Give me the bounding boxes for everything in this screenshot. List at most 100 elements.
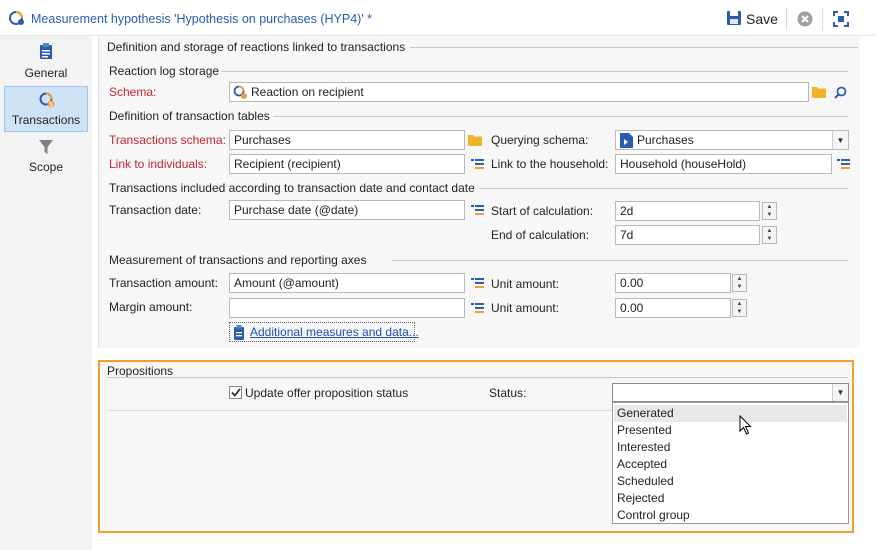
- edit-link-icon[interactable]: [834, 155, 852, 173]
- status-label: Status:: [489, 386, 527, 400]
- start-calculation-label: Start of calculation:: [491, 204, 594, 218]
- spin-up-icon[interactable]: ▲: [763, 203, 776, 211]
- folder-icon[interactable]: [810, 83, 828, 101]
- section-divider: [410, 47, 858, 48]
- additional-measures-button[interactable]: Additional measures and data...: [229, 322, 419, 343]
- unit-amount-field[interactable]: 0.00: [615, 273, 731, 293]
- spin-down-icon[interactable]: ▼: [763, 235, 776, 243]
- close-circle-icon[interactable]: [797, 11, 813, 30]
- start-calculation-value: 2d: [620, 204, 634, 218]
- end-calculation-label: End of calculation:: [491, 228, 590, 242]
- section-divider: [392, 260, 848, 261]
- transactions-icon: $: [38, 91, 56, 112]
- margin-amount-field[interactable]: [229, 298, 465, 318]
- status-select[interactable]: ▼: [612, 383, 849, 402]
- status-option-presented[interactable]: Presented: [614, 422, 847, 439]
- status-option-scheduled[interactable]: Scheduled: [614, 473, 847, 490]
- section-title: Definition and storage of reactions link…: [107, 40, 406, 54]
- unit-amount-field[interactable]: 0.00: [615, 298, 731, 318]
- clipboard-icon: [233, 325, 245, 343]
- measurement-title: Measurement of transactions and reportin…: [109, 253, 367, 267]
- link-household-field[interactable]: Household (houseHold): [615, 154, 832, 174]
- transaction-amount-label: Transaction amount:: [109, 276, 218, 290]
- spin-up-icon[interactable]: ▲: [733, 300, 746, 308]
- edit-link-icon[interactable]: [468, 201, 486, 219]
- maximize-icon[interactable]: [833, 11, 849, 30]
- magnifier-icon[interactable]: [831, 83, 849, 101]
- nav-item-general[interactable]: General: [4, 40, 88, 86]
- transaction-tables-title: Definition of transaction tables: [109, 109, 270, 123]
- unit-amount-spinner[interactable]: ▲ ▼: [732, 274, 747, 292]
- save-button[interactable]: Save: [726, 9, 778, 29]
- link-individuals-value: Recipient (recipient): [234, 157, 341, 171]
- transactions-schema-field[interactable]: Purchases: [229, 130, 465, 150]
- transactions-schema-value: Purchases: [234, 133, 291, 147]
- update-status-checkbox[interactable]: [229, 386, 242, 399]
- toolbar-divider: [786, 8, 787, 30]
- status-option-generated[interactable]: Generated: [614, 405, 847, 422]
- save-button-label: Save: [746, 11, 778, 27]
- nav-item-label: Transactions: [11, 113, 81, 127]
- section-divider: [273, 116, 848, 117]
- left-navigation: General $ Transactions Scope: [0, 36, 92, 550]
- end-calculation-field[interactable]: 7d: [615, 225, 760, 245]
- floppy-disk-icon: [726, 10, 742, 29]
- schema-field[interactable]: Reaction on recipient: [229, 82, 809, 102]
- transaction-amount-field[interactable]: Amount (@amount): [229, 273, 465, 293]
- spin-down-icon[interactable]: ▼: [763, 211, 776, 219]
- window-title: Measurement hypothesis 'Hypothesis on pu…: [31, 12, 373, 26]
- transaction-amount-value: Amount (@amount): [234, 276, 339, 290]
- querying-schema-label: Querying schema:: [491, 133, 589, 147]
- nav-item-label: General: [24, 66, 68, 80]
- status-option-accepted[interactable]: Accepted: [614, 456, 847, 473]
- edit-link-icon[interactable]: [468, 274, 486, 292]
- status-dropdown-list: Generated Presented Interested Accepted …: [612, 402, 849, 524]
- unit-amount-value: 0.00: [620, 301, 644, 315]
- mouse-cursor-icon: [739, 414, 753, 439]
- link-individuals-field[interactable]: Recipient (recipient): [229, 154, 465, 174]
- status-option-interested[interactable]: Interested: [614, 439, 847, 456]
- chevron-down-icon[interactable]: ▼: [832, 131, 848, 149]
- spin-up-icon[interactable]: ▲: [733, 275, 746, 283]
- unit-amount-label: Unit amount:: [491, 277, 560, 291]
- section-divider: [221, 71, 848, 72]
- link-household-value: Household (houseHold): [620, 157, 747, 171]
- checkmark-icon: [230, 388, 241, 397]
- link-household-label: Link to the household:: [491, 157, 609, 171]
- date-section-title: Transactions included according to trans…: [109, 181, 475, 195]
- start-calculation-field[interactable]: 2d: [615, 201, 760, 221]
- clipboard-icon: [38, 43, 54, 63]
- spin-up-icon[interactable]: ▲: [763, 227, 776, 235]
- schema-label: Schema:: [109, 85, 157, 99]
- schema-document-icon: [620, 133, 633, 149]
- section-divider: [479, 188, 848, 189]
- additional-measures-link[interactable]: Additional measures and data...: [250, 325, 419, 339]
- transaction-date-label: Transaction date:: [109, 203, 202, 217]
- schema-value: Reaction on recipient: [251, 85, 364, 99]
- section-divider: [107, 377, 848, 378]
- nav-item-transactions[interactable]: $ Transactions: [4, 86, 88, 132]
- status-option-rejected[interactable]: Rejected: [614, 490, 847, 507]
- unit-amount-label: Unit amount:: [491, 301, 560, 315]
- chevron-down-icon[interactable]: ▼: [832, 384, 848, 401]
- unit-amount-value: 0.00: [620, 276, 644, 290]
- nav-item-label: Scope: [28, 160, 64, 174]
- reaction-log-title: Reaction log storage: [109, 64, 220, 78]
- unit-amount-spinner[interactable]: ▲ ▼: [732, 299, 747, 317]
- measurement-hypothesis-icon: [8, 9, 26, 30]
- toolbar-divider: [822, 8, 823, 30]
- status-option-control-group[interactable]: Control group: [614, 507, 847, 524]
- transaction-date-field[interactable]: Purchase date (@date): [229, 200, 465, 220]
- folder-icon[interactable]: [466, 131, 484, 149]
- start-calculation-spinner[interactable]: ▲ ▼: [762, 202, 777, 220]
- end-calculation-value: 7d: [620, 228, 634, 242]
- margin-amount-label: Margin amount:: [109, 300, 193, 314]
- querying-schema-select[interactable]: Purchases ▼: [615, 130, 849, 150]
- edit-link-icon[interactable]: [468, 155, 486, 173]
- edit-link-icon[interactable]: [468, 299, 486, 317]
- nav-item-scope[interactable]: Scope: [4, 134, 88, 180]
- spin-down-icon[interactable]: ▼: [733, 308, 746, 316]
- spin-down-icon[interactable]: ▼: [733, 283, 746, 291]
- end-calculation-spinner[interactable]: ▲ ▼: [762, 226, 777, 244]
- update-status-label: Update offer proposition status: [245, 386, 409, 400]
